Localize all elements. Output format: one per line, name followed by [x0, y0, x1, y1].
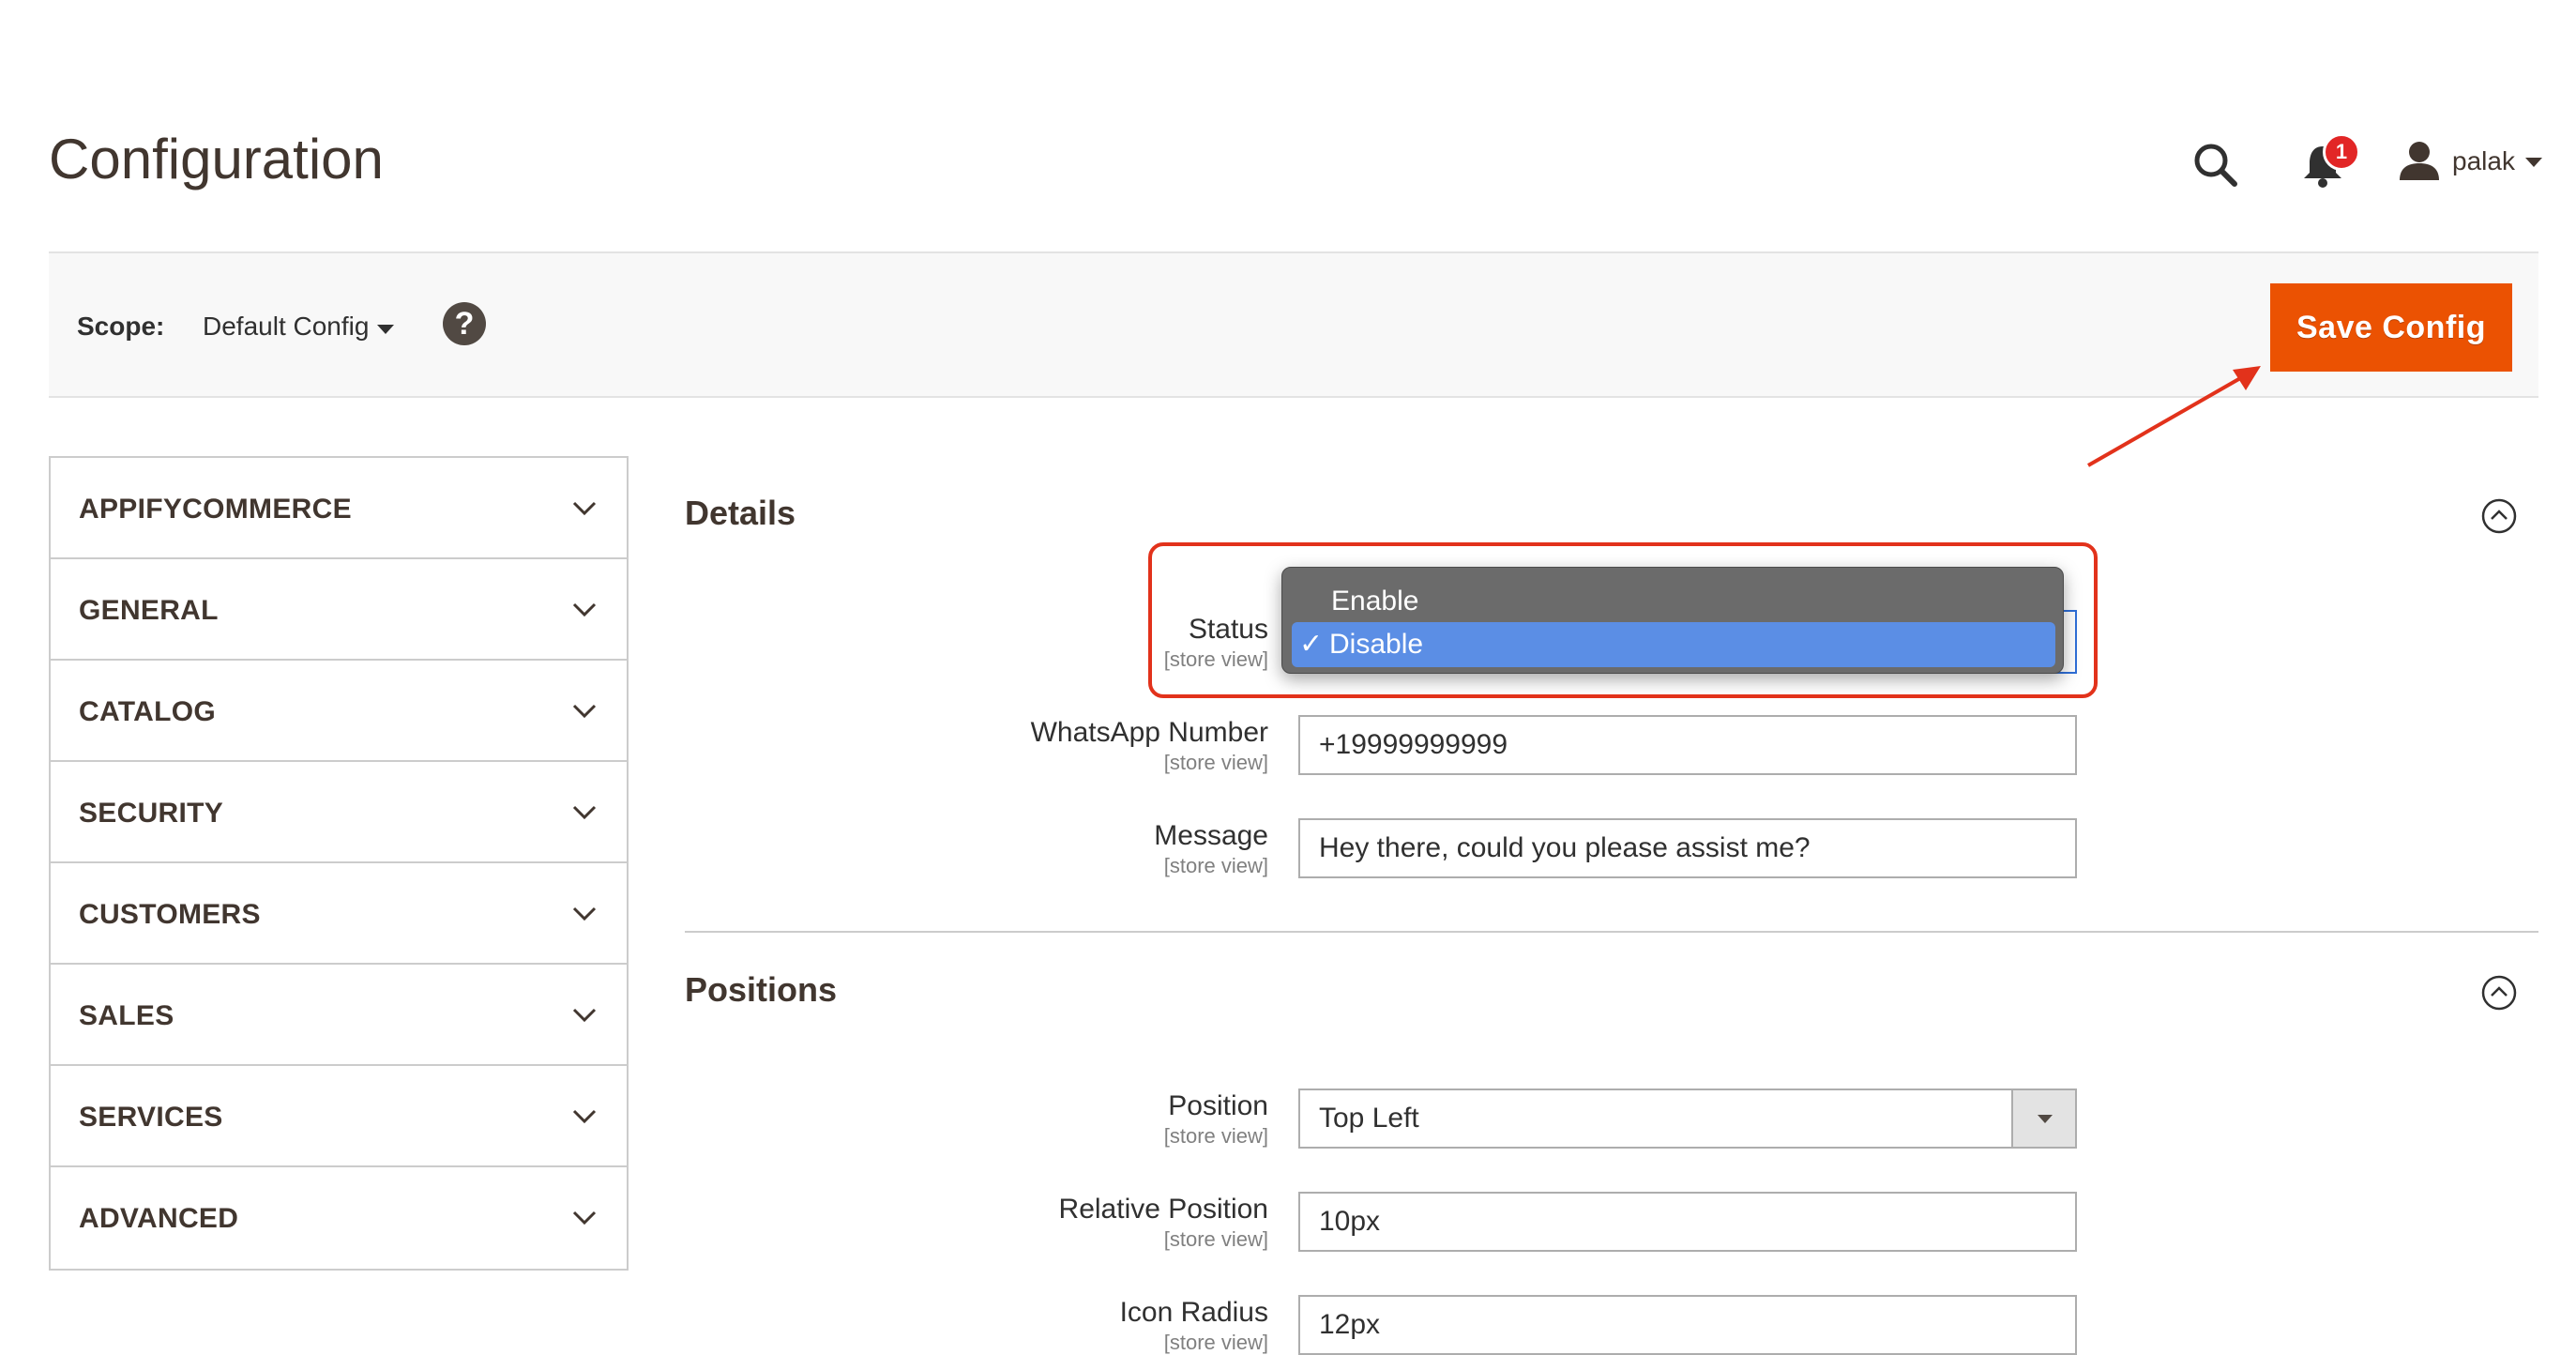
chevron-down-icon	[572, 1008, 597, 1023]
sidebar-item-sales[interactable]: SALES	[51, 965, 627, 1066]
user-caret-icon[interactable]	[2525, 158, 2542, 167]
search-icon[interactable]	[2190, 139, 2242, 191]
user-name[interactable]: palak	[2452, 146, 2515, 176]
field-scope-relative-position: [store view]	[1163, 1227, 1268, 1251]
field-label-icon-radius: Icon Radius	[1119, 1297, 1268, 1328]
field-scope-position: [store view]	[1163, 1124, 1268, 1148]
relative-position-input[interactable]: 10px	[1298, 1192, 2077, 1252]
sidebar-item-advanced[interactable]: ADVANCED	[51, 1167, 627, 1269]
annotation-arrow	[2087, 366, 2261, 467]
message-input[interactable]: Hey there, could you please assist me?	[1298, 818, 2077, 878]
section-title-details[interactable]: Details	[685, 494, 796, 533]
field-label-message: Message	[1154, 820, 1268, 851]
sidebar-item-label: SECURITY	[79, 798, 224, 829]
header-actions: 1 palak	[2135, 131, 2542, 191]
position-select[interactable]: Top Left	[1298, 1089, 2077, 1149]
chevron-down-icon	[572, 1109, 597, 1124]
sidebar-item-general[interactable]: GENERAL	[51, 559, 627, 661]
page-title: Configuration	[49, 128, 384, 190]
position-select-value: Top Left	[1319, 1103, 1419, 1134]
collapse-icon[interactable]	[2480, 974, 2518, 1012]
field-scope-whatsapp: [store view]	[1163, 751, 1268, 774]
section-divider	[685, 931, 2538, 933]
chevron-down-icon	[572, 1210, 597, 1226]
chevron-down-icon[interactable]	[377, 325, 394, 334]
sidebar-item-label: CATALOG	[79, 696, 216, 727]
icon-radius-input[interactable]: 12px	[1298, 1295, 2077, 1355]
scope-select[interactable]: Default Config	[203, 312, 369, 342]
field-scope-message: [store view]	[1163, 854, 1268, 877]
sidebar-item-label: SALES	[79, 1000, 174, 1031]
section-title-positions[interactable]: Positions	[685, 970, 837, 1010]
sidebar-item-label: CUSTOMERS	[79, 899, 261, 930]
field-label-relative-position: Relative Position	[1058, 1194, 1268, 1225]
chevron-down-icon	[572, 501, 597, 516]
chevron-down-icon	[572, 805, 597, 820]
chevron-down-icon	[572, 704, 597, 719]
sidebar-item-label: ADVANCED	[79, 1203, 239, 1234]
scope-label: Scope:	[77, 312, 165, 341]
chevron-down-icon	[572, 602, 597, 617]
whatsapp-number-input[interactable]: +19999999999	[1298, 715, 2077, 775]
annotation-highlight-box	[1148, 542, 2098, 698]
config-sidebar: APPIFYCOMMERCE GENERAL CATALOG SECURITY …	[49, 456, 629, 1271]
chevron-down-icon[interactable]	[2011, 1090, 2075, 1147]
field-label-position: Position	[1168, 1090, 1268, 1121]
user-icon[interactable]	[2396, 137, 2443, 184]
sidebar-item-label: APPIFYCOMMERCE	[79, 494, 352, 525]
field-label-whatsapp: WhatsApp Number	[1030, 717, 1268, 748]
collapse-icon[interactable]	[2480, 497, 2518, 535]
help-icon[interactable]: ?	[443, 302, 486, 345]
save-config-button[interactable]: Save Config	[2270, 283, 2512, 372]
sidebar-item-label: GENERAL	[79, 595, 219, 626]
sidebar-item-services[interactable]: SERVICES	[51, 1066, 627, 1167]
sidebar-item-label: SERVICES	[79, 1102, 223, 1133]
chevron-down-icon	[572, 906, 597, 921]
sidebar-item-appifycommerce[interactable]: APPIFYCOMMERCE	[51, 458, 627, 559]
sidebar-item-catalog[interactable]: CATALOG	[51, 661, 627, 762]
notification-badge: 1	[2323, 133, 2360, 171]
sidebar-item-customers[interactable]: CUSTOMERS	[51, 863, 627, 965]
field-scope-icon-radius: [store view]	[1163, 1331, 1268, 1354]
sidebar-item-security[interactable]: SECURITY	[51, 762, 627, 863]
